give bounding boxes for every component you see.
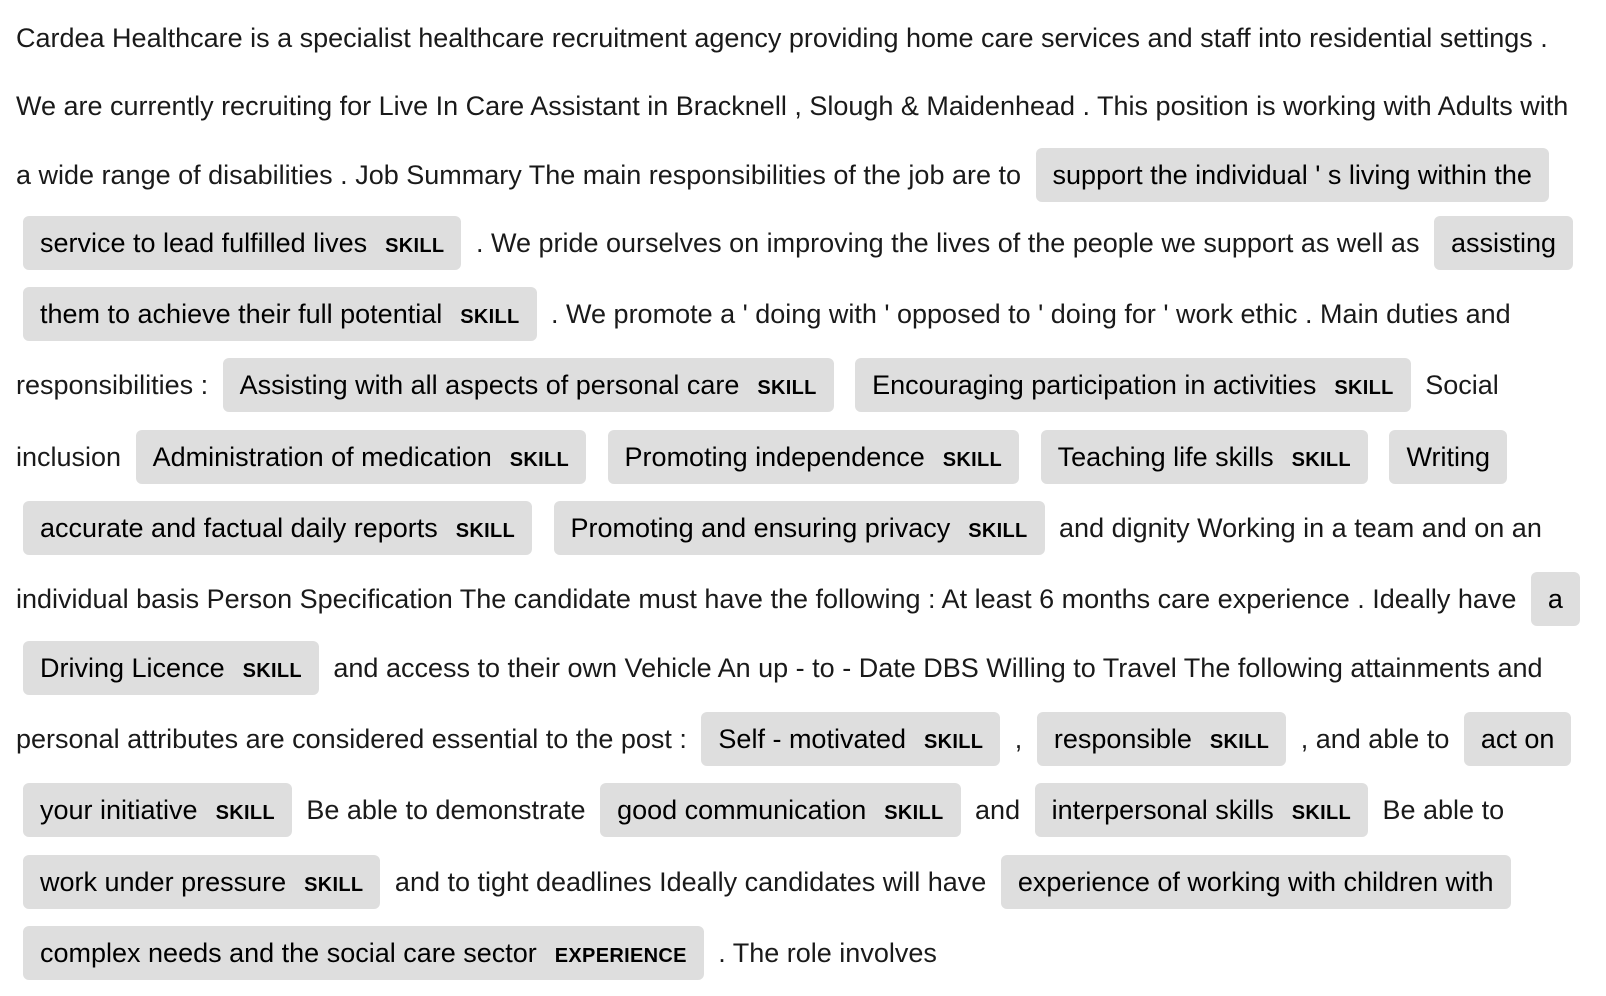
entity-highlight: Teaching life skills SKILL (1040, 429, 1368, 484)
entity-label: SKILL (215, 802, 275, 825)
plain-text: . The role involves (718, 937, 937, 968)
annotated-document: Cardea Healthcare is a specialist health… (0, 0, 1606, 990)
entity-label: SKILL (460, 306, 520, 329)
plain-text: . We pride ourselves on improving the li… (475, 227, 1420, 258)
entity-highlight: Encouraging participation in activities S… (855, 358, 1411, 413)
entity-label: SKILL (1291, 448, 1351, 471)
entity-label: SKILL (242, 659, 302, 682)
entity-label: SKILL (1209, 730, 1270, 753)
plain-text: , and able to (1300, 723, 1450, 754)
entity-label: EXPERIENCE (554, 944, 687, 967)
entity-label: SKILL (1291, 802, 1351, 825)
entity-text: Promoting independence (624, 441, 925, 472)
plain-text: Be able to demonstrate (306, 795, 586, 826)
entity-text: work under pressure (40, 866, 287, 897)
plain-text: and (975, 795, 1021, 826)
entity-text: good communication (617, 795, 867, 826)
entity-highlight: responsible SKILL (1036, 711, 1287, 766)
entity-label: SKILL (757, 377, 817, 400)
entity-text: Administration of medication (152, 441, 492, 472)
entity-text: Promoting and ensuring privacy (570, 513, 951, 544)
entity-text: interpersonal skills (1051, 795, 1274, 826)
entity-text: Teaching life skills (1057, 441, 1274, 472)
plain-text: and to tight deadlines Ideally candidate… (394, 866, 987, 897)
entity-label: SKILL (884, 802, 944, 825)
entity-highlight: Self - motivated SKILL (701, 711, 1001, 766)
entity-label: SKILL (455, 520, 516, 543)
entity-label: SKILL (942, 448, 1003, 471)
entity-label: SKILL (509, 448, 570, 471)
entity-text: Self - motivated (718, 723, 906, 754)
entity-highlight: work under pressure SKILL (23, 854, 381, 909)
entity-label: SKILL (304, 873, 364, 896)
entity-label: SKILL (1334, 377, 1394, 400)
plain-text: , (1014, 723, 1023, 754)
entity-text: Assisting with all aspects of personal c… (239, 370, 740, 401)
entity-label: SKILL (968, 520, 1028, 543)
entity-label: SKILL (924, 730, 984, 753)
entity-highlight: Promoting and ensuring privacy SKILL (553, 501, 1045, 556)
entity-text: Encouraging participation in activities (872, 370, 1317, 401)
entity-highlight: good communication SKILL (600, 783, 961, 838)
entity-label: SKILL (385, 234, 445, 257)
entity-text: responsible (1053, 723, 1192, 754)
entity-highlight: Promoting independence SKILL (607, 429, 1020, 484)
entity-highlight: interpersonal skills SKILL (1034, 783, 1368, 838)
plain-text: Be able to (1382, 795, 1505, 826)
entity-highlight: Assisting with all aspects of personal c… (222, 358, 834, 413)
entity-highlight: Administration of medication SKILL (135, 429, 587, 484)
